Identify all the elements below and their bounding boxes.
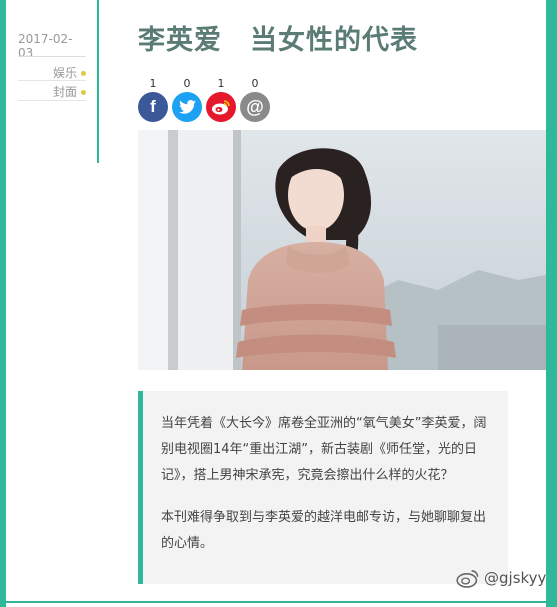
bottom-accent-line <box>0 601 557 603</box>
tag-label: 娱乐 <box>52 66 77 80</box>
summary-paragraph: 本刊难得争取到与李英爱的越洋电邮专访，与她聊聊复出的心情。 <box>161 510 487 551</box>
twitter-icon[interactable] <box>172 92 202 122</box>
share-count: 1 <box>149 77 157 90</box>
right-accent-bar <box>546 0 557 607</box>
summary-paragraph: 当年凭着《大长今》席卷全亚洲的“氧气美女”李英爱，阔别电视圈14年“重出江湖”，… <box>161 416 487 483</box>
tag-rule <box>18 100 86 101</box>
summary-blockquote: 当年凭着《大长今》席卷全亚洲的“氧气美女”李英爱，阔别电视圈14年“重出江湖”，… <box>138 391 508 584</box>
facebook-icon[interactable]: f <box>138 92 168 122</box>
share-count: 0 <box>251 77 259 90</box>
email-icon[interactable]: @ <box>240 92 270 122</box>
tag-label: 封面 <box>52 85 77 99</box>
sidebar-divider <box>97 0 99 163</box>
share-twitter[interactable]: 0 <box>171 78 203 122</box>
date-rule <box>18 56 86 57</box>
watermark: @gjskyy <box>456 568 546 588</box>
share-facebook[interactable]: 1 f <box>137 78 169 122</box>
tag-dot-icon <box>81 71 86 76</box>
share-count: 1 <box>217 77 225 90</box>
tag-cover[interactable]: 封面 <box>18 83 86 100</box>
weibo-icon[interactable] <box>206 92 236 122</box>
tag-entertainment[interactable]: 娱乐 <box>18 64 86 81</box>
tag-rule <box>18 80 86 81</box>
watermark-text: @gjskyy <box>484 569 547 587</box>
weibo-icon <box>456 570 479 588</box>
share-count: 0 <box>183 77 191 90</box>
share-email[interactable]: 0 @ <box>239 78 271 122</box>
tag-dot-icon <box>81 90 86 95</box>
article-title: 李英爱 当女性的代表 <box>138 25 418 56</box>
left-accent-bar <box>0 0 6 607</box>
share-weibo[interactable]: 1 <box>205 78 237 122</box>
article-photo <box>138 130 546 370</box>
